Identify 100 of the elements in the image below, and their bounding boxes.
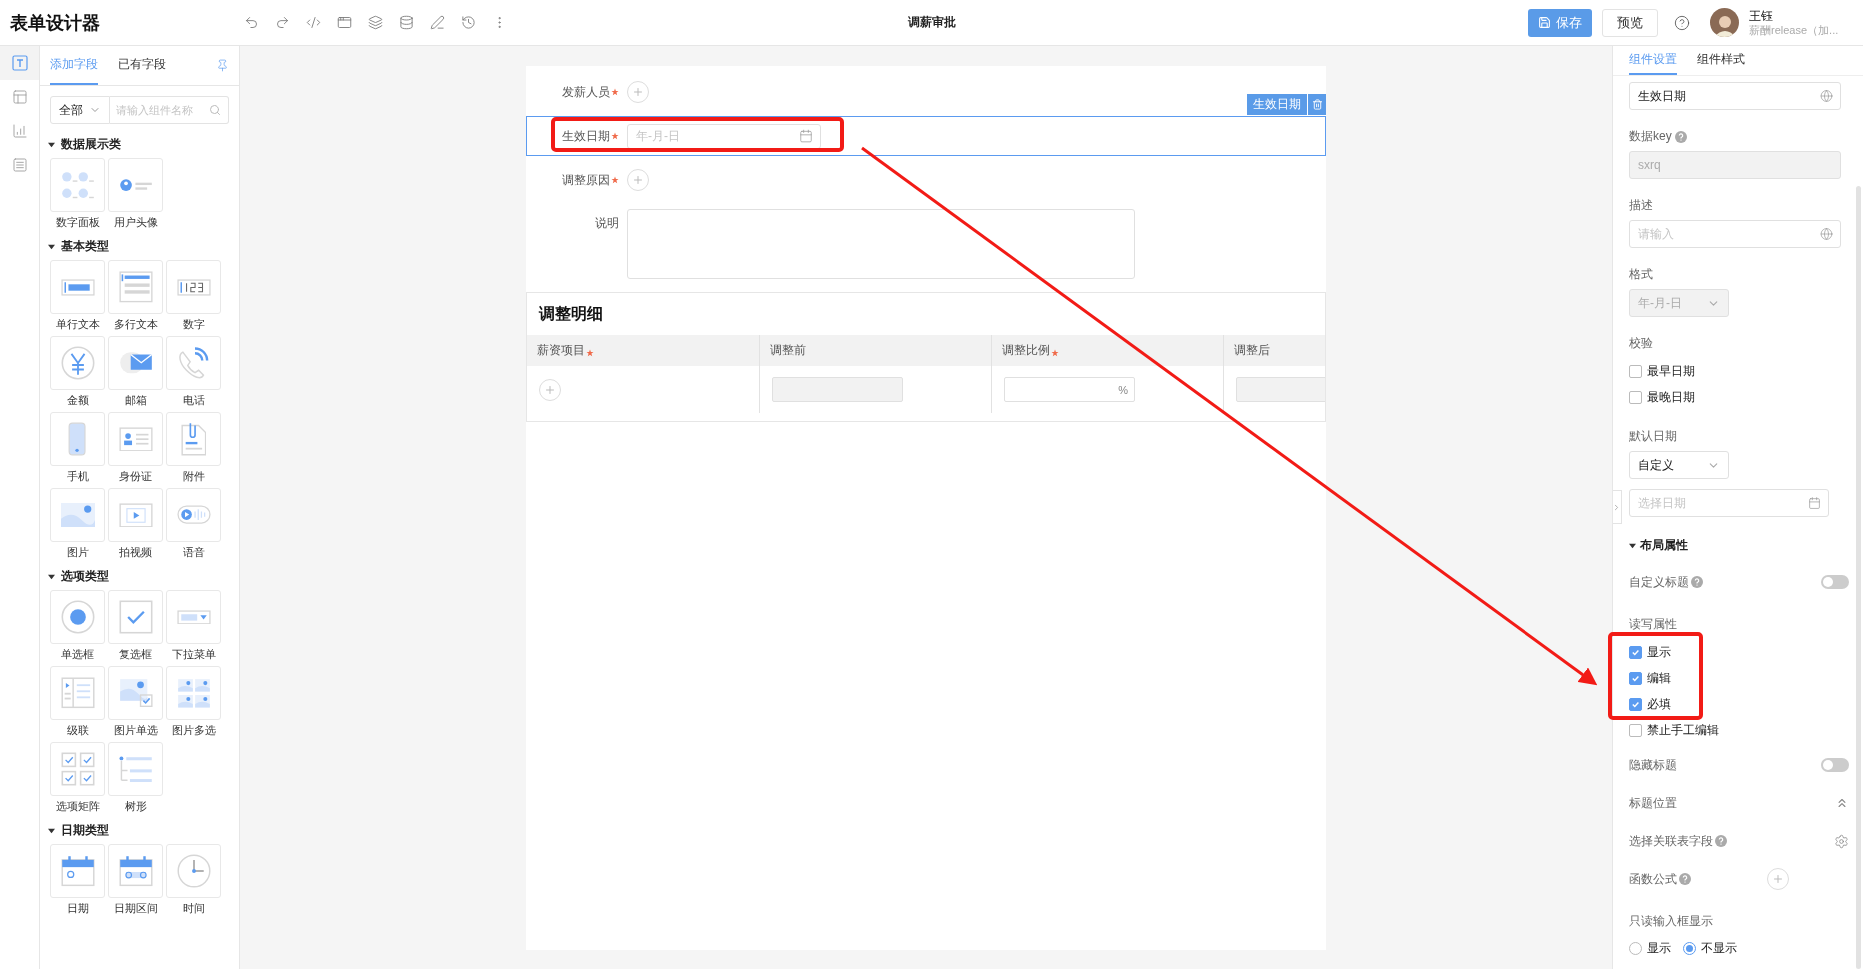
tile-label: 复选框 (119, 647, 152, 662)
palette-tile[interactable] (108, 260, 163, 314)
phone-icon (177, 346, 210, 380)
group-title: 数据展示类 (61, 135, 121, 153)
radio-button[interactable] (1683, 941, 1696, 955)
toggle-switch[interactable] (1821, 575, 1849, 589)
check-icon (1631, 647, 1640, 657)
palette-tile[interactable] (50, 158, 105, 212)
field-label: 隐藏标题 (1629, 756, 1677, 774)
tile-label: 单行文本 (55, 317, 100, 332)
filter-select[interactable]: 全部 (50, 96, 110, 124)
date-field[interactable]: 选择日期 (1629, 489, 1829, 517)
scrollbar[interactable] (1856, 186, 1861, 969)
id-card-icon (118, 426, 153, 452)
undo-icon[interactable] (244, 15, 259, 30)
palette-tile[interactable] (50, 336, 105, 390)
palette-tile[interactable] (166, 590, 221, 644)
palette-tile[interactable] (108, 844, 163, 898)
palette-tile[interactable] (50, 488, 105, 542)
checkbox[interactable] (1629, 390, 1642, 404)
panel-tab[interactable]: 已有字段 (118, 46, 166, 85)
history-icon[interactable] (461, 15, 476, 30)
toggle-switch[interactable] (1821, 758, 1849, 772)
field-label: 调整原因 (562, 171, 610, 189)
checkbox[interactable] (1629, 723, 1642, 737)
plus-icon (1772, 873, 1784, 885)
tile-label: 数字面板 (55, 215, 100, 230)
text-box-icon[interactable] (0, 46, 39, 80)
palette-tile[interactable] (108, 742, 163, 796)
code-icon[interactable] (306, 15, 321, 30)
tile-label: 下拉菜单 (171, 647, 216, 662)
avatar-icon (118, 177, 153, 193)
image-grid-icon (176, 677, 211, 709)
input-field[interactable]: % (1004, 377, 1135, 402)
palette-tile[interactable] (108, 666, 163, 720)
database-icon[interactable] (399, 15, 414, 30)
tile-label: 树形 (124, 799, 147, 814)
input-field[interactable]: 生效日期 (1629, 82, 1841, 110)
window-icon[interactable] (337, 15, 352, 30)
field-label: 只读输入框显示 (1629, 913, 1713, 930)
palette-tile[interactable] (50, 742, 105, 796)
checkbox[interactable] (1629, 364, 1642, 378)
tile-label: 图片多选 (171, 723, 216, 738)
tile-label: 多行文本 (113, 317, 158, 332)
checkbox-label: 禁止手工编辑 (1647, 721, 1719, 739)
palette-tile[interactable] (166, 666, 221, 720)
tile-label: 身份证 (119, 469, 152, 484)
attachment-icon (180, 422, 207, 456)
palette-tile[interactable] (50, 590, 105, 644)
radio-button[interactable] (1629, 941, 1642, 955)
calendar-icon (60, 855, 95, 887)
palette-tile[interactable] (166, 336, 221, 390)
palette-tile[interactable] (166, 260, 221, 314)
pin-icon[interactable] (216, 59, 229, 72)
checkbox[interactable] (1629, 697, 1642, 711)
text-area[interactable] (627, 209, 1135, 279)
palette-tile[interactable] (108, 590, 163, 644)
palette-tile[interactable] (50, 260, 105, 314)
pen-line-icon[interactable] (430, 15, 445, 30)
palette-tile[interactable] (108, 158, 163, 212)
add-button[interactable] (627, 81, 649, 103)
chevrons-up-icon[interactable] (1835, 796, 1849, 810)
palette-tile[interactable] (166, 412, 221, 466)
image-check-icon (118, 678, 153, 708)
palette-tile[interactable] (108, 336, 163, 390)
field-label: 发薪人员 (562, 83, 610, 101)
settings-tab[interactable]: 组件样式 (1697, 46, 1745, 75)
help-icon[interactable] (1674, 14, 1690, 31)
image-icon (60, 502, 95, 528)
field-label: 校验 (1629, 335, 1653, 352)
preview-button[interactable]: 预览 (1602, 8, 1658, 37)
palette-tile[interactable] (50, 844, 105, 898)
calendar-icon (799, 129, 813, 143)
settings-icon[interactable] (1834, 833, 1849, 849)
add-button[interactable] (1767, 868, 1789, 890)
palette-tile[interactable] (166, 488, 221, 542)
checkbox-label: 显示 (1647, 643, 1671, 661)
avatar[interactable] (1710, 8, 1739, 37)
checkbox[interactable] (1629, 645, 1642, 659)
yen-icon (60, 346, 95, 380)
palette-tile[interactable] (166, 844, 221, 898)
field-label: 格式 (1629, 266, 1653, 283)
checkbox[interactable] (1629, 671, 1642, 685)
select-field[interactable]: 自定义 (1629, 451, 1729, 479)
palette-tile[interactable] (50, 412, 105, 466)
add-button[interactable] (627, 169, 649, 191)
tile-label: 附件 (182, 469, 205, 484)
redo-icon[interactable] (275, 15, 290, 30)
tile-label: 数字 (182, 317, 205, 332)
delete-button[interactable] (1308, 94, 1326, 115)
palette-tile[interactable] (108, 488, 163, 542)
layers-icon[interactable] (368, 15, 383, 30)
palette-tile[interactable] (50, 666, 105, 720)
clock-icon (176, 854, 211, 888)
tile-label: 级联 (66, 723, 89, 738)
collapse-handle[interactable] (1613, 490, 1622, 524)
audio-icon (176, 505, 211, 525)
palette-tile[interactable] (108, 412, 163, 466)
selection-badge: 生效日期 (1247, 94, 1307, 115)
add-button[interactable] (539, 378, 561, 401)
